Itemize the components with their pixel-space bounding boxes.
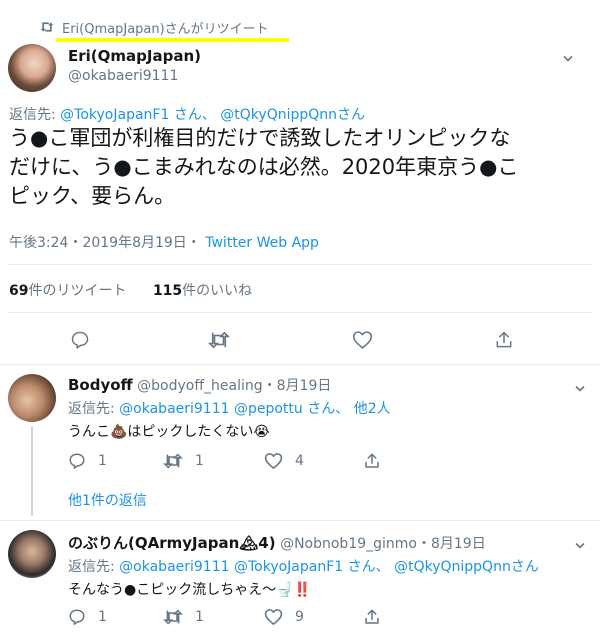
reply-header: Bodyoff @bodyoff_healing・8月19日 xyxy=(68,375,331,395)
highlight-underline xyxy=(56,38,289,42)
reply-to-line: 返信先: @TokyoJapanF1 さん、 @tQkyQnippQnnさん xyxy=(9,104,365,124)
thread-line xyxy=(31,426,33,516)
heart-icon xyxy=(264,609,283,625)
like-button[interactable]: 4 xyxy=(264,452,304,470)
reply-prefix: 返信先: xyxy=(68,401,115,417)
reply-user-link[interactable]: @TokyoJapanF1 xyxy=(60,107,169,123)
date[interactable]: ・8月19日 xyxy=(417,536,486,552)
like-button[interactable] xyxy=(352,330,373,350)
retweet-button[interactable]: 1 xyxy=(163,453,204,469)
reply-icon xyxy=(69,453,85,469)
tweet-text-line: ピック、要らん。 xyxy=(9,184,176,208)
like-button[interactable]: 9 xyxy=(264,608,304,626)
reply-button[interactable] xyxy=(70,330,90,350)
divider xyxy=(8,264,592,265)
reply-san: さん xyxy=(510,559,539,575)
reply-count: 1 xyxy=(98,609,107,625)
source-link[interactable]: Twitter Web App xyxy=(205,235,319,251)
reply-user-link[interactable]: @okabaeri9111 @TokyoJapanF1 xyxy=(119,559,343,575)
reply-icon xyxy=(71,331,89,349)
retweet-banner[interactable]: Eri(QmapJapan)さんがリツイート xyxy=(40,14,269,40)
reply-to-line: 返信先: @okabaeri9111 @TokyoJapanF1 さん、 @tQ… xyxy=(68,556,539,576)
reply-san: さん xyxy=(337,107,366,123)
retweet-icon xyxy=(163,609,183,625)
avatar[interactable] xyxy=(8,530,56,578)
chevron-down-icon[interactable] xyxy=(575,535,585,549)
reply-san: さん、 xyxy=(307,401,350,417)
like-count: 115 xyxy=(152,283,183,299)
retweet-button[interactable] xyxy=(208,331,230,349)
tweet-text: う●こ軍団が利権目的だけで誘致したオリンピックな だけに、う●こまみれなのは必然… xyxy=(9,124,594,211)
show-more-replies-link[interactable]: 他1件の返信 xyxy=(68,490,147,510)
share-button[interactable] xyxy=(494,329,514,351)
date[interactable]: ・8月19日 xyxy=(263,378,332,394)
share-icon xyxy=(496,331,512,348)
reply-prefix: 返信先: xyxy=(9,107,56,123)
like-count: 9 xyxy=(295,609,304,625)
retweet-icon xyxy=(163,453,183,469)
handle[interactable]: @Nobnob19_ginmo xyxy=(280,536,417,552)
reply-button[interactable]: 1 xyxy=(68,452,107,470)
divider xyxy=(8,312,592,313)
reply-to-line: 返信先: @okabaeri9111 @pepottu さん、 他2人 xyxy=(68,398,391,418)
chevron-down-icon[interactable] xyxy=(563,48,573,62)
timestamp[interactable]: 午後3:24・2019年8月19日・ xyxy=(9,235,201,251)
reply-san: さん、 xyxy=(173,107,216,123)
avatar[interactable] xyxy=(8,44,56,92)
display-name[interactable]: Bodyoff xyxy=(68,376,133,394)
reply-prefix: 返信先: xyxy=(68,559,115,575)
handle[interactable]: @okabaeri9111 xyxy=(68,68,178,84)
retweet-stat[interactable]: 69件のリツイート xyxy=(9,283,131,299)
reply-san: さん、 xyxy=(347,559,390,575)
divider xyxy=(0,364,600,365)
share-button[interactable] xyxy=(363,607,381,627)
retweet-icon xyxy=(40,18,54,37)
retweet-icon xyxy=(208,331,230,349)
reply-user-link[interactable]: @okabaeri9111 @pepottu xyxy=(119,401,303,417)
chevron-down-icon[interactable] xyxy=(575,378,585,392)
display-name[interactable]: Eri(QmapJapan) xyxy=(68,47,201,65)
share-icon xyxy=(365,609,379,624)
divider xyxy=(0,520,600,521)
display-name[interactable]: のぶりん(QArmyJapan🏔4) xyxy=(68,534,276,552)
avatar[interactable] xyxy=(8,374,56,422)
reply-user-link[interactable]: @tQkyQnippQnn xyxy=(220,107,337,123)
retweet-label: 件のリツイート xyxy=(28,283,127,299)
like-stat[interactable]: 115件のいいね xyxy=(153,283,252,299)
share-icon xyxy=(365,453,379,468)
reply-user-link[interactable]: @tQkyQnippQnn xyxy=(394,559,511,575)
reply-button[interactable]: 1 xyxy=(68,608,107,626)
timestamp-line: 午後3:24・2019年8月19日・ Twitter Web App xyxy=(9,232,319,252)
heart-icon xyxy=(264,453,283,469)
reply-text: うんこ💩はピックしたくない😭 xyxy=(68,424,270,440)
reply-text: そんなう●こピック流しちゃえ〜🚽‼️ xyxy=(68,582,312,598)
reply-icon xyxy=(69,609,85,625)
stats-row: 69件のリツイート 115件のいいね xyxy=(9,280,252,300)
like-count: 4 xyxy=(295,453,304,469)
like-label: 件のいいね xyxy=(182,283,253,299)
tweet-text-line: う●こ軍団が利権目的だけで誘致したオリンピックな xyxy=(9,126,511,150)
retweet-count: 69 xyxy=(9,283,29,299)
reply-header: のぶりん(QArmyJapan🏔4) @Nobnob19_ginmo・8月19日 xyxy=(68,532,486,553)
reply-others-link[interactable]: 他2人 xyxy=(354,401,391,417)
share-button[interactable] xyxy=(363,451,381,471)
retweet-count: 1 xyxy=(195,453,204,469)
heart-icon xyxy=(352,331,373,349)
handle[interactable]: @bodyoff_healing xyxy=(137,378,262,394)
reply-count: 1 xyxy=(98,453,107,469)
tweet-text-line: だけに、う●こまみれなのは必然。2020年東京う●こ xyxy=(9,155,519,179)
retweet-banner-text: Eri(QmapJapan)さんがリツイート xyxy=(62,21,269,37)
retweet-button[interactable]: 1 xyxy=(163,609,204,625)
retweet-count: 1 xyxy=(195,609,204,625)
